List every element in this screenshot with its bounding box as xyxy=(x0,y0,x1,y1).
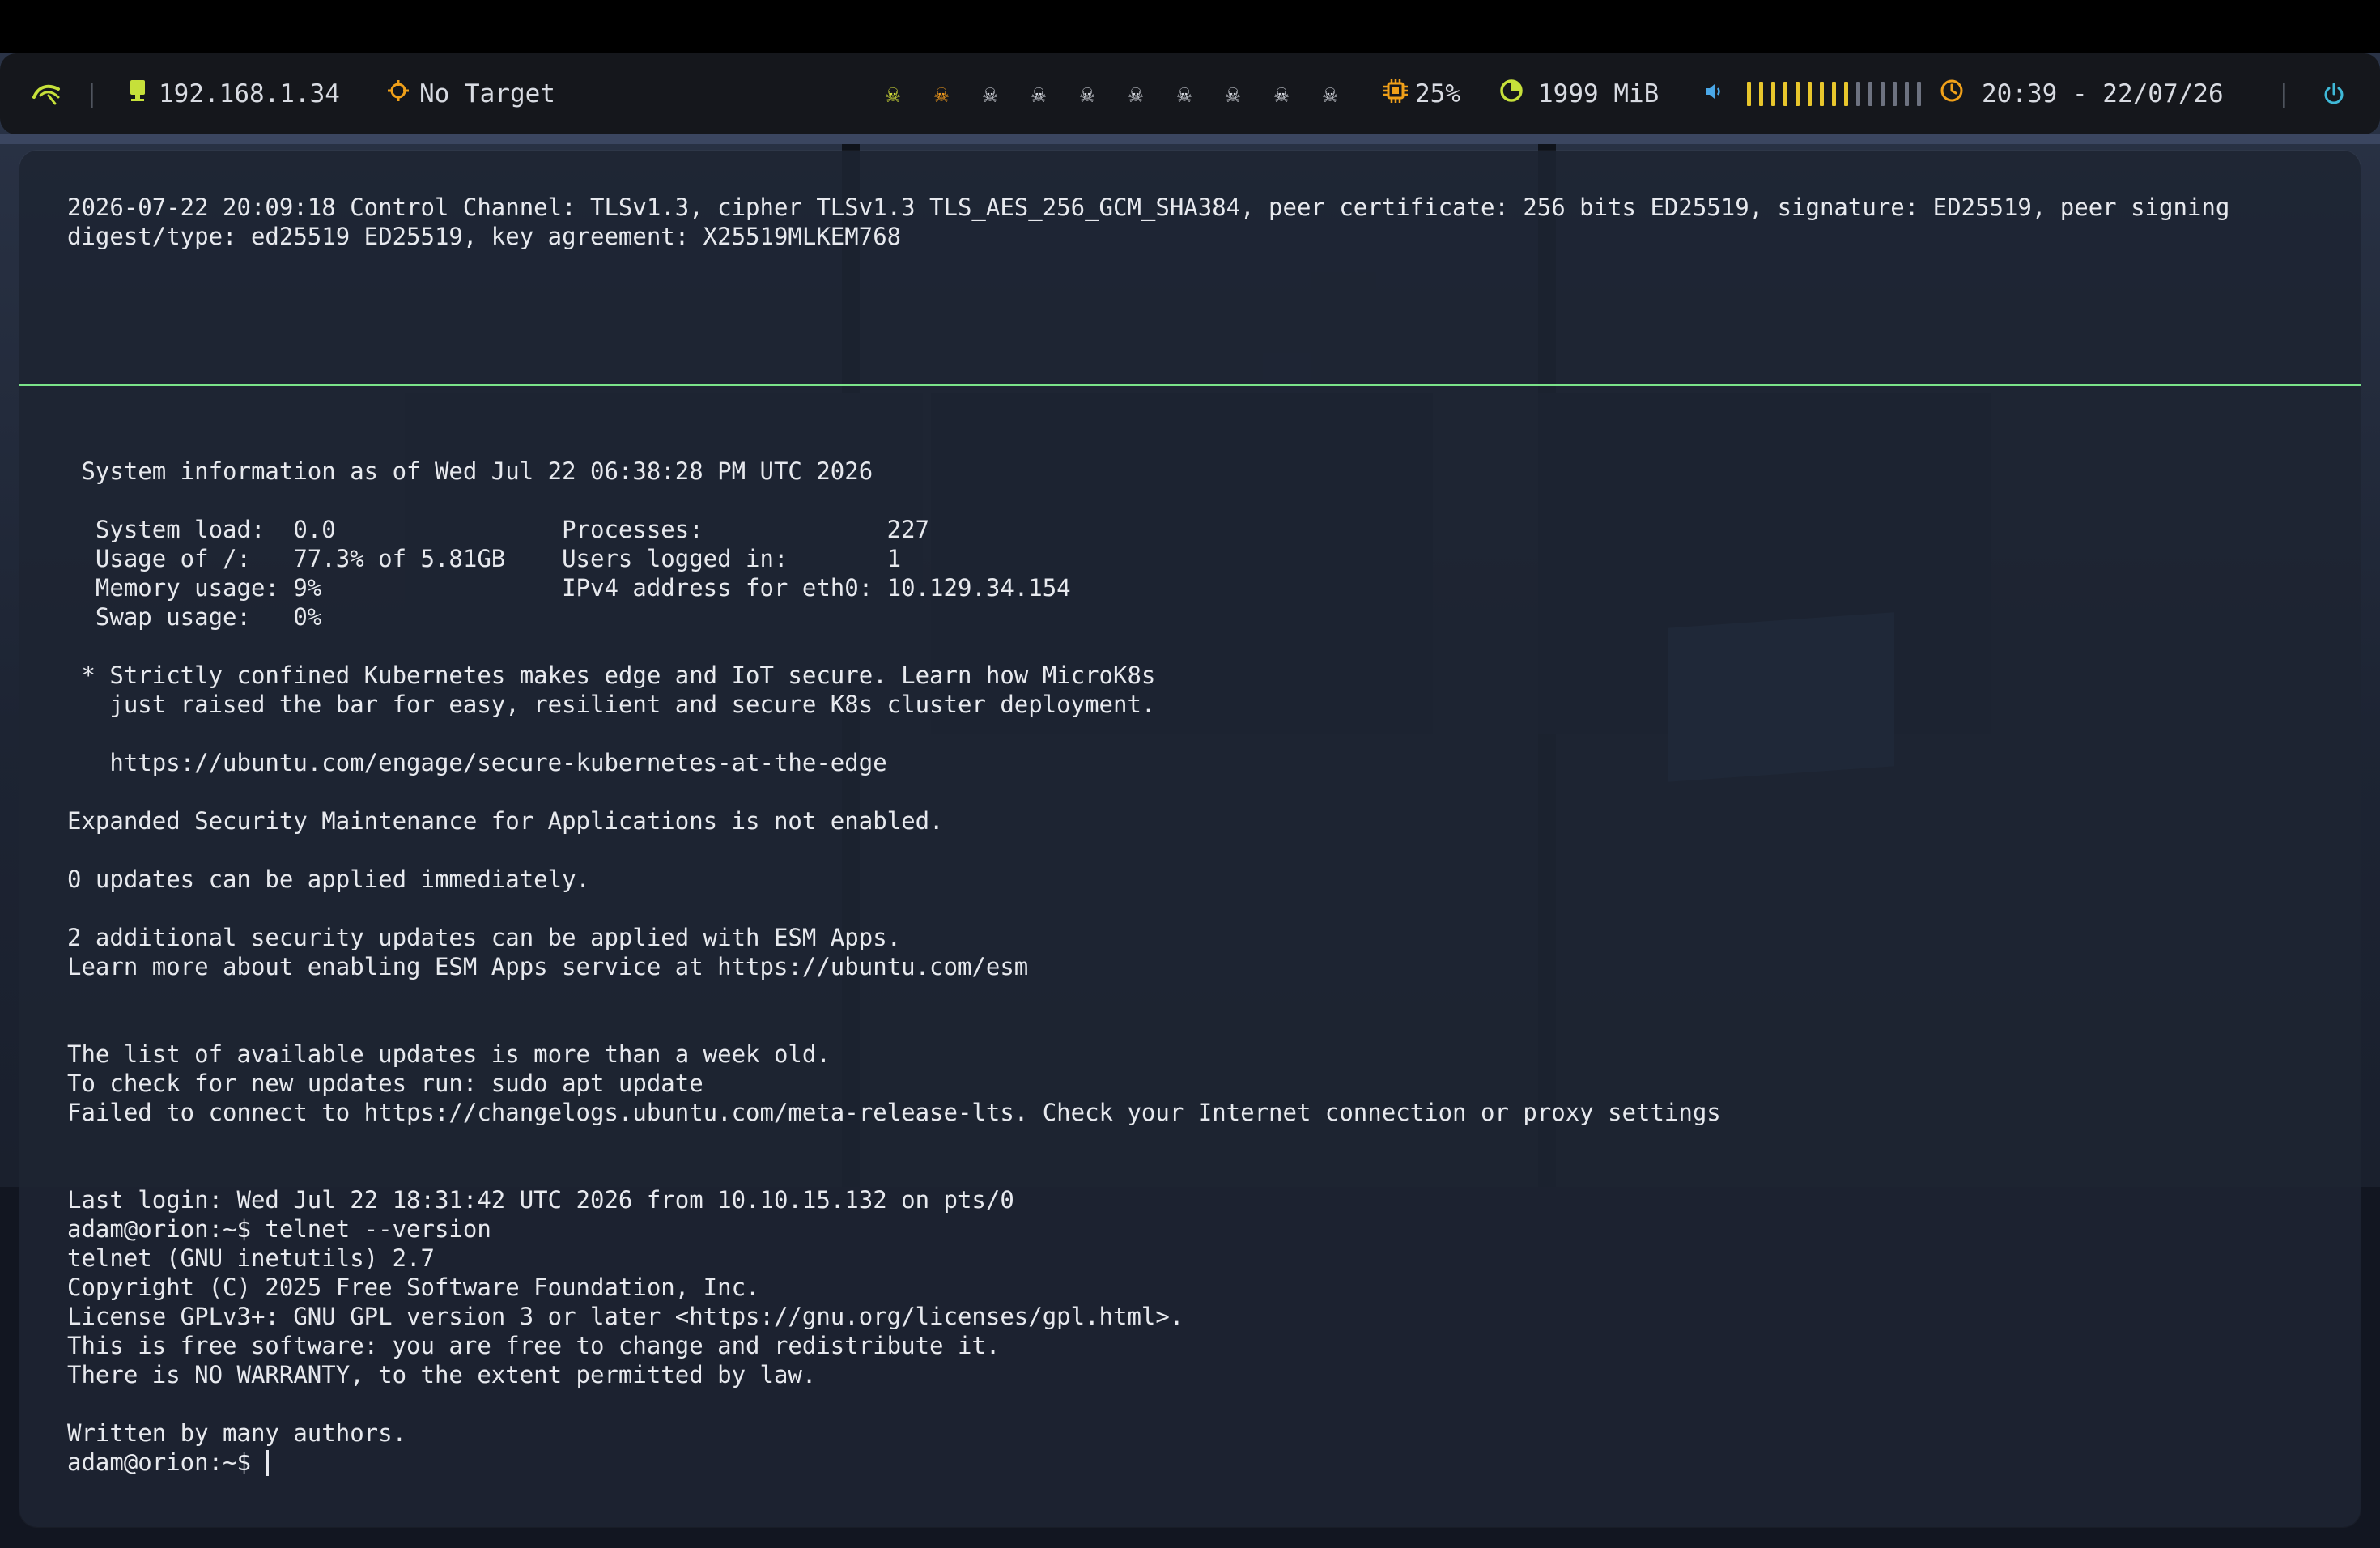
terminal-line: Failed to connect to https://changelogs.… xyxy=(67,1099,1721,1126)
volume-bar-segment xyxy=(1832,82,1836,106)
clock-widget: 20:39 - 22/07/26 xyxy=(1940,53,2224,134)
workspace-3-skull-icon[interactable]: ☠ xyxy=(974,53,1006,134)
terminal-line: Last login: Wed Jul 22 18:31:42 UTC 2026… xyxy=(67,1186,1014,1214)
memory-widget: 1999 MiB xyxy=(1499,53,1659,134)
volume-bar-segment xyxy=(1881,82,1885,106)
terminal-line: License GPLv3+: GNU GPL version 3 or lat… xyxy=(67,1303,1184,1330)
terminal-line: Written by many authors. xyxy=(67,1419,407,1447)
terminal-line: System information as of Wed Jul 22 06:3… xyxy=(67,457,873,485)
volume-bar-segment xyxy=(1893,82,1897,106)
cpu-usage: 25% xyxy=(1415,79,1460,108)
volume-bar-segment xyxy=(1759,82,1763,106)
volume-bar-segment xyxy=(1796,82,1800,106)
workspace-2-skull-icon[interactable]: ☠ xyxy=(925,53,958,134)
workspace-1-skull-icon[interactable]: ☠ xyxy=(877,53,909,134)
memory-usage: 1999 MiB xyxy=(1538,79,1660,108)
target-label: No Target xyxy=(419,79,555,108)
volume-bar-segment xyxy=(1856,82,1860,106)
workspace-switcher: ☠ ☠ ☠ ☠ ☠ ☠ ☠ ☠ ☠ ☠ xyxy=(877,53,1346,134)
separator: | xyxy=(84,79,100,108)
volume-bar-segment xyxy=(1747,82,1751,106)
volume-bar-segment xyxy=(1783,82,1787,106)
volume-icon[interactable] xyxy=(1703,79,1728,108)
volume-bar-segment xyxy=(1820,82,1824,106)
terminal-line: This is free software: you are free to c… xyxy=(67,1332,1001,1359)
cpu-icon xyxy=(1383,78,1409,110)
terminal-line: 2026-07-22 20:09:18 Control Channel: TLS… xyxy=(67,194,2230,221)
terminal-line: telnet (GNU inetutils) 2.7 xyxy=(67,1244,435,1272)
workspace-9-skull-icon[interactable]: ☠ xyxy=(1265,53,1298,134)
clock-icon xyxy=(1940,79,1964,109)
terminal-line: digest/type: ed25519 ED25519, key agreem… xyxy=(67,223,902,250)
volume-widget[interactable] xyxy=(1703,53,1929,134)
terminal-line: System load: 0.0 Processes: 227 xyxy=(67,516,930,543)
ip-address: 192.168.1.34 xyxy=(159,79,340,108)
terminal-line: There is NO WARRANTY, to the extent perm… xyxy=(67,1361,817,1389)
terminal-line: Learn more about enabling ESM Apps servi… xyxy=(67,953,1029,980)
workspace-6-skull-icon[interactable]: ☠ xyxy=(1120,53,1152,134)
workspace-10-skull-icon[interactable]: ☠ xyxy=(1314,53,1346,134)
monitor-icon xyxy=(128,79,147,109)
workspace-7-skull-icon[interactable]: ☠ xyxy=(1168,53,1201,134)
terminal-line: To check for new updates run: sudo apt u… xyxy=(67,1070,703,1097)
terminal-line: adam@orion:~$ xyxy=(67,1448,266,1476)
terminal-window[interactable]: 2026-07-22 20:09:18 Control Channel: TLS… xyxy=(19,151,2361,1527)
terminal-cursor xyxy=(266,1450,270,1476)
target-widget: No Target xyxy=(387,53,555,134)
volume-bar-segment xyxy=(1844,82,1848,106)
terminal-line: 2 additional security updates can be app… xyxy=(67,924,902,951)
terminal-line: The list of available updates is more th… xyxy=(67,1040,831,1068)
terminal-line: Expanded Security Maintenance for Applic… xyxy=(67,807,944,835)
volume-bar-segment xyxy=(1808,82,1812,106)
volume-bar-segment xyxy=(1917,82,1921,106)
crosshair-icon xyxy=(387,79,410,108)
volume-bar-segment xyxy=(1771,82,1775,106)
terminal-line: adam@orion:~$ telnet --version xyxy=(67,1215,491,1243)
volume-level-bars[interactable] xyxy=(1747,82,1929,106)
terminal-line: * Strictly confined Kubernetes makes edg… xyxy=(67,661,1156,689)
terminal-line: Memory usage: 9% IPv4 address for eth0: … xyxy=(67,574,1071,602)
clock-text: 20:39 - 22/07/26 xyxy=(1982,79,2224,108)
power-icon[interactable] xyxy=(2322,53,2346,134)
separator: | xyxy=(2276,79,2292,108)
top-status-bar: | 192.168.1.34 No Target ☠ ☠ ☠ ☠ ☠ ☠ ☠ ☠… xyxy=(0,53,2380,134)
logo-icon[interactable] xyxy=(31,53,63,134)
terminal-line: 0 updates can be applied immediately. xyxy=(67,865,591,893)
workspace-4-skull-icon[interactable]: ☠ xyxy=(1022,53,1055,134)
terminal-line: Usage of /: 77.3% of 5.81GB Users logged… xyxy=(67,545,902,572)
memory-icon xyxy=(1499,79,1524,109)
terminal-line: https://ubuntu.com/engage/secure-kuberne… xyxy=(67,749,887,776)
terminal-divider-line xyxy=(19,384,2361,386)
volume-bar-segment xyxy=(1905,82,1909,106)
cpu-widget: 25% xyxy=(1383,53,1460,134)
workspace-5-skull-icon[interactable]: ☠ xyxy=(1071,53,1103,134)
terminal-line: Copyright (C) 2025 Free Software Foundat… xyxy=(67,1274,760,1301)
workspace-8-skull-icon[interactable]: ☠ xyxy=(1217,53,1249,134)
terminal-line: Swap usage: 0% xyxy=(67,603,322,631)
volume-bar-segment xyxy=(1868,82,1872,106)
terminal-line: just raised the bar for easy, resilient … xyxy=(67,691,1156,718)
ip-widget: 192.168.1.34 xyxy=(128,53,340,134)
desktop: | 192.168.1.34 No Target ☠ ☠ ☠ ☠ ☠ ☠ ☠ ☠… xyxy=(0,0,2380,1548)
